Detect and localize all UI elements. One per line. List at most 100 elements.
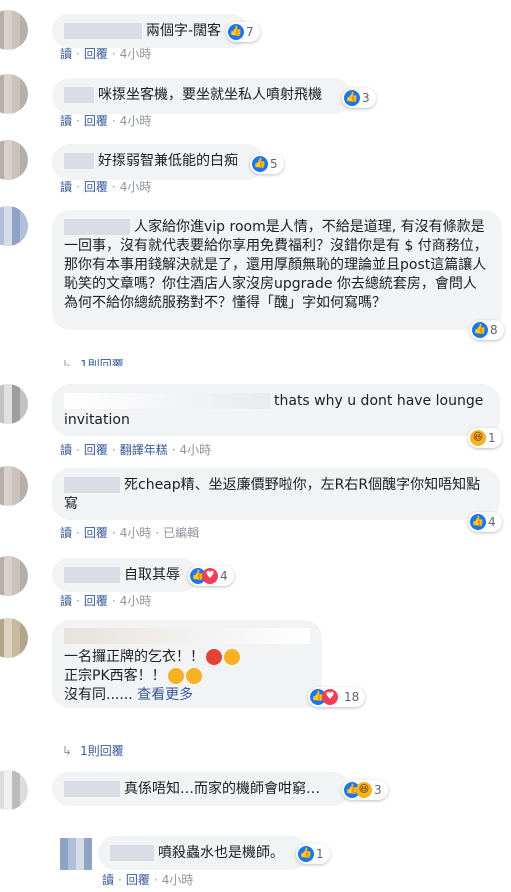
reply-link[interactable]: 回覆 <box>84 443 108 457</box>
read-link[interactable]: 讀 <box>60 594 72 608</box>
commenter-name[interactable] <box>64 87 94 103</box>
dot: · <box>76 114 80 128</box>
dot: · <box>111 180 116 194</box>
laughing-face-icon: 😆 <box>356 782 372 798</box>
comment-line-1: 一名攞正牌的乞衣！！ <box>64 649 204 665</box>
timestamp[interactable]: 4小時 <box>180 443 212 457</box>
reaction-summary[interactable]: 👍 1 <box>296 844 330 864</box>
read-link[interactable]: 讀 <box>102 873 114 887</box>
reply-link[interactable]: 回覆 <box>84 47 108 61</box>
timestamp[interactable]: 4小時 <box>120 180 152 194</box>
comment-line-3: 沒有同...... <box>64 687 133 703</box>
dot: · <box>155 526 160 540</box>
comment-text: 好揼弱智兼低能的白痴 <box>98 153 238 169</box>
read-link[interactable]: 讀 <box>60 180 72 194</box>
commenter-name[interactable] <box>64 23 142 39</box>
comment-bubble: 兩個字-闊客 <box>52 14 248 48</box>
reply-link[interactable]: 回覆 <box>84 114 108 128</box>
reaction-summary[interactable]: 👍 😆 3 <box>342 780 388 800</box>
avatar[interactable] <box>0 618 28 658</box>
reaction-count: 7 <box>246 25 254 39</box>
reaction-summary[interactable]: 👍 4 <box>468 512 502 532</box>
dot: · <box>111 443 116 457</box>
dot: · <box>76 47 80 61</box>
dot: · <box>76 526 80 540</box>
translate-link[interactable]: 翻譯年糕 <box>120 443 168 457</box>
comment-text: 兩個字-闊客 <box>146 23 222 39</box>
timestamp[interactable]: 4小時 <box>162 873 194 887</box>
replies-count: 1則回覆 <box>80 744 124 758</box>
comment-bubble: 一名攞正牌的乞衣！！ 正宗PK西客！！ 沒有同...... 查看更多 <box>52 620 322 708</box>
edited-label[interactable]: 已編輯 <box>163 526 199 540</box>
read-link[interactable]: 讀 <box>60 47 72 61</box>
avatar[interactable] <box>0 10 28 50</box>
reaction-summary[interactable]: 👍 3 <box>342 88 376 108</box>
see-more-link[interactable]: 查看更多 <box>137 687 193 703</box>
avatar[interactable] <box>0 206 28 246</box>
reaction-summary[interactable]: 👍 ♥ 4 <box>188 566 234 586</box>
commenter-name[interactable] <box>64 477 120 493</box>
heart-icon: ♥ <box>202 568 218 584</box>
reaction-summary[interactable]: 👍 8 <box>470 320 504 340</box>
reaction-count: 18 <box>344 690 360 704</box>
steaming-face-icon <box>224 649 240 665</box>
comment-bubble: 自取其辱 <box>52 558 198 592</box>
avatar[interactable] <box>0 140 28 180</box>
avatar[interactable] <box>60 838 92 870</box>
comment-bubble: 噴殺蟲水也是機師。 <box>98 836 308 870</box>
comment-line-2: 正宗PK西客！！ <box>64 668 166 684</box>
reply-arrow-icon: ↳ <box>62 744 73 758</box>
dot: · <box>111 526 116 540</box>
reaction-summary[interactable]: 👍 7 <box>226 22 260 42</box>
reaction-summary[interactable]: 👍 ♥ 18 <box>308 687 366 707</box>
avatar[interactable] <box>0 384 28 424</box>
timestamp[interactable]: 4小時 <box>120 594 152 608</box>
avatar[interactable] <box>0 74 28 114</box>
commenter-name[interactable] <box>64 628 310 644</box>
comment-actions: 讀 · 回覆 · 4小時 <box>60 178 151 195</box>
timestamp[interactable]: 4小時 <box>120 526 152 540</box>
replies-count: 1則回覆 <box>80 358 124 366</box>
reaction-count: 1 <box>488 431 496 445</box>
read-link[interactable]: 讀 <box>60 114 72 128</box>
view-replies-link[interactable]: ↳ 1則回覆 <box>62 356 124 366</box>
reply-link[interactable]: 回覆 <box>84 594 108 608</box>
comment-text: 死cheap精、坐返廉價野啦你，左R右R個醜字你知唔知點寫 <box>64 477 481 512</box>
dot: · <box>111 114 116 128</box>
avatar[interactable] <box>0 770 28 810</box>
reaction-count: 4 <box>488 515 496 529</box>
thumbs-up-icon: 👍 <box>298 846 314 862</box>
comment-actions: 讀 · 回覆 · 4小時 <box>60 45 151 62</box>
timestamp[interactable]: 4小時 <box>120 47 152 61</box>
comment-bubble: 人家給你進vip room是人情，不給是道理, 有沒有條款是一回事，沒有就代表要… <box>52 210 502 330</box>
reply-link[interactable]: 回覆 <box>126 873 150 887</box>
reaction-count: 3 <box>362 91 370 105</box>
dot: · <box>111 47 116 61</box>
comment-actions: 讀 · 回覆 · 翻譯年糕 · 4小時 <box>60 441 211 458</box>
commenter-name[interactable] <box>64 567 120 583</box>
commenter-name[interactable] <box>110 845 154 861</box>
read-link[interactable]: 讀 <box>60 526 72 540</box>
commenter-name[interactable] <box>64 393 270 409</box>
comment-bubble: 咪揼坐客機，要坐就坐私人噴射飛機 <box>52 78 352 114</box>
commenter-name[interactable] <box>64 219 130 235</box>
thumbs-up-icon: 👍 <box>470 514 486 530</box>
reaction-summary[interactable]: 😆 1 <box>468 428 502 448</box>
reaction-summary[interactable]: 👍 5 <box>250 154 284 174</box>
commenter-name[interactable] <box>64 781 120 797</box>
thumbs-up-icon: 👍 <box>344 90 360 106</box>
comment-text: 真係唔知…而家的機師會咁窮… <box>124 781 320 797</box>
reply-link[interactable]: 回覆 <box>84 180 108 194</box>
thumbs-up-icon: 👍 <box>228 24 244 40</box>
read-link[interactable]: 讀 <box>60 443 72 457</box>
comment-actions: 讀 · 回覆 · 4小時 <box>102 871 193 888</box>
timestamp[interactable]: 4小時 <box>120 114 152 128</box>
reaction-count: 8 <box>490 323 498 337</box>
thumbs-up-icon: 👍 <box>472 322 488 338</box>
avatar[interactable] <box>0 556 28 596</box>
reply-link[interactable]: 回覆 <box>84 526 108 540</box>
avatar[interactable] <box>0 466 28 506</box>
commenter-name[interactable] <box>64 153 94 169</box>
dot: · <box>76 594 80 608</box>
view-replies-link[interactable]: ↳ 1則回覆 <box>62 742 124 759</box>
